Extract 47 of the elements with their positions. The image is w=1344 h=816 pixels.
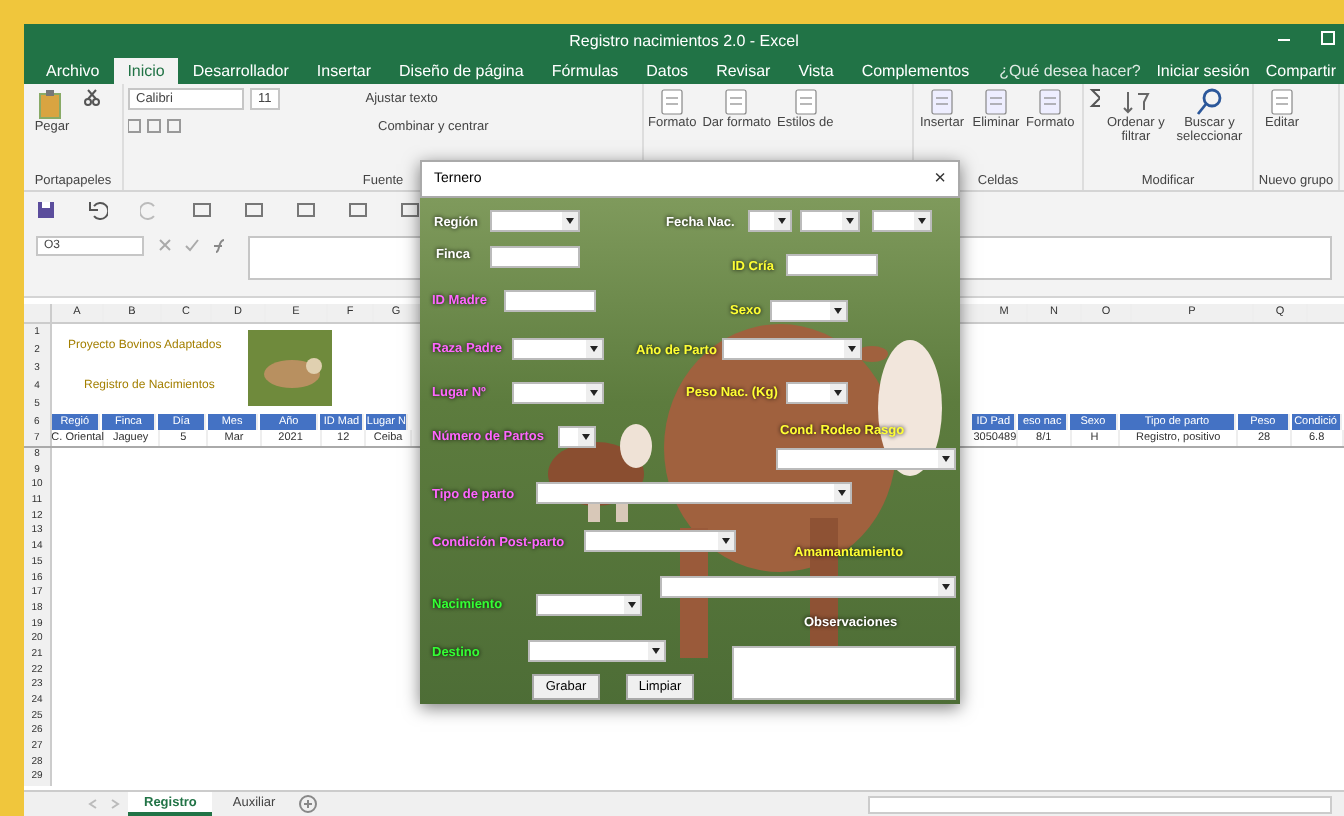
- notes-field[interactable]: [732, 646, 956, 700]
- horizontal-scrollbar[interactable]: [868, 796, 1332, 814]
- combo-box[interactable]: [558, 426, 596, 448]
- dropdown-arrow-icon[interactable]: [914, 212, 930, 230]
- input-field[interactable]: [786, 254, 878, 276]
- dropdown-arrow-icon[interactable]: [718, 532, 734, 550]
- combo-box[interactable]: [748, 210, 792, 232]
- undo-icon[interactable]: [88, 200, 108, 220]
- ribbon-tab[interactable]: Archivo: [32, 57, 114, 83]
- input-field[interactable]: [490, 246, 580, 268]
- ribbon-tab[interactable]: Vista: [784, 57, 848, 83]
- scissors-icon[interactable]: [82, 88, 100, 106]
- ribbon-tab[interactable]: Desarrollador: [178, 57, 303, 83]
- close-button[interactable]: ×: [934, 168, 946, 190]
- dropdown-arrow-icon[interactable]: [562, 212, 578, 230]
- dropdown-arrow-icon[interactable]: [586, 384, 602, 402]
- ribbon-tab[interactable]: Fórmulas: [537, 57, 633, 83]
- sum-icon[interactable]: [1088, 88, 1101, 108]
- dropdown-arrow-icon[interactable]: [830, 302, 846, 320]
- dropdown-arrow-icon[interactable]: [578, 428, 594, 446]
- dropdown-arrow-icon[interactable]: [774, 212, 790, 230]
- ribbon-tab[interactable]: Insertar: [302, 57, 386, 83]
- ribbon-tab[interactable]: Inicio: [113, 57, 179, 83]
- input-field[interactable]: [504, 290, 596, 312]
- dropdown-arrow-icon[interactable]: [938, 450, 954, 468]
- dropdown-arrow-icon[interactable]: [834, 484, 850, 502]
- share-button[interactable]: Compartir: [1265, 61, 1336, 79]
- ribbon-tab[interactable]: Revisar: [702, 57, 785, 83]
- dropdown-arrow-icon[interactable]: [648, 642, 664, 660]
- search-icon[interactable]: [1195, 88, 1224, 116]
- ribbon-tab[interactable]: Datos: [632, 57, 703, 83]
- dropdown-arrow-icon[interactable]: [830, 384, 846, 402]
- ribbon-tab[interactable]: Complementos: [847, 57, 984, 83]
- window-title: Registro nacimientos 2.0 - Excel: [569, 31, 799, 49]
- dropdown-arrow-icon[interactable]: [844, 340, 860, 358]
- tell-me-field[interactable]: ¿Qué desea hacer?: [999, 61, 1141, 79]
- maximize-icon[interactable]: [1320, 30, 1336, 46]
- dropdown-arrow-icon[interactable]: [624, 596, 640, 614]
- add-sheet-icon[interactable]: [295, 792, 320, 816]
- save-icon[interactable]: [36, 200, 56, 220]
- sort-filter-icon[interactable]: [1121, 88, 1150, 116]
- dropdown-arrow-icon[interactable]: [938, 578, 954, 596]
- dropdown-arrow-icon[interactable]: [586, 340, 602, 358]
- cattle-photo: [248, 330, 332, 406]
- dropdown-arrow-icon[interactable]: [842, 212, 858, 230]
- ribbon-tab[interactable]: Diseño de página: [385, 57, 538, 83]
- sign-in-link[interactable]: Iniciar sesión: [1156, 61, 1250, 79]
